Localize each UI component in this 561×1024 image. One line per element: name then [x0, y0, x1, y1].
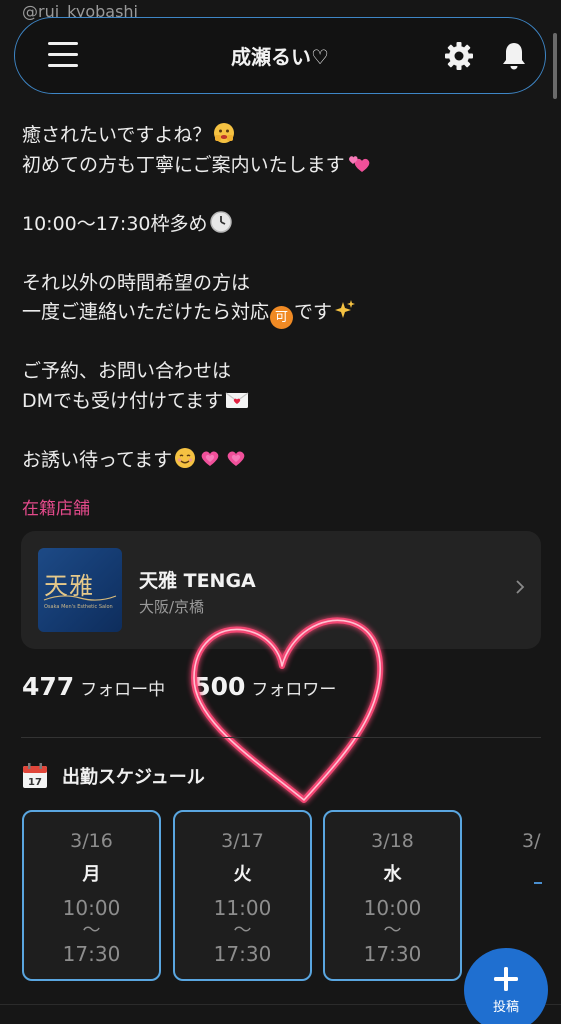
shop-logo: 天雅 Osaka Men's Esthetic Salon: [38, 548, 122, 632]
following-count: 477: [22, 672, 75, 701]
day-start-time: 11:00: [213, 896, 272, 920]
bio-line: それ以外の時間希望の方は: [22, 271, 251, 294]
day-end-time: 17:30: [363, 942, 422, 966]
gear-icon[interactable]: [443, 40, 475, 72]
schedule-day-card[interactable]: 3/16 月 10:00 〜 17:30: [22, 810, 161, 981]
post-button[interactable]: 投稿: [464, 948, 548, 1024]
plus-icon: [494, 967, 518, 991]
day-date: 3/: [522, 830, 541, 852]
smiling-face-icon: [175, 447, 196, 468]
day-date: 3/16: [70, 830, 113, 852]
bio-line: お誘い待ってます: [22, 448, 173, 471]
schedule-header: 17 出勤スケジュール: [22, 763, 205, 789]
day-dash: [534, 882, 542, 884]
bell-icon[interactable]: [498, 40, 530, 72]
day-start-time: 10:00: [62, 896, 121, 920]
menu-icon[interactable]: [48, 42, 78, 68]
schedule-day-card[interactable]: 3/17 火 11:00 〜 17:30: [173, 810, 312, 981]
shop-section-label: 在籍店舗: [22, 499, 90, 519]
chevron-right-icon: [516, 580, 525, 594]
day-separator: 〜: [383, 920, 402, 941]
bio-line: 初めての方も丁寧にご案内いたします: [22, 153, 345, 176]
calendar-icon: 17: [23, 763, 47, 788]
day-date: 3/17: [221, 830, 264, 852]
love-letter-icon: [225, 392, 249, 408]
schedule-title: 出勤スケジュール: [62, 767, 205, 788]
ok-badge-icon: 可: [270, 306, 294, 329]
face-emoji-icon: [214, 123, 235, 143]
logo-swoosh: [43, 595, 117, 601]
day-weekday: 水: [383, 864, 402, 885]
scrollbar[interactable]: [553, 33, 557, 99]
divider: [21, 737, 541, 738]
svg-text:17: 17: [28, 777, 42, 788]
day-end-time: 17:30: [62, 942, 121, 966]
day-end-time: 17:30: [213, 942, 272, 966]
growing-heart-icon: [227, 451, 245, 466]
following-stat[interactable]: 477 フォロー中: [22, 672, 165, 701]
bio-line: ご予約、お問い合わせは: [22, 360, 232, 382]
profile-name: 成瀬るい♡: [231, 45, 329, 69]
shop-name: 天雅 TENGA: [139, 570, 256, 592]
bio-line: 10:00〜17:30枠多め: [22, 212, 208, 235]
day-weekday: 火: [233, 864, 252, 885]
heart-drawing: [191, 617, 384, 803]
sparkles-icon: [335, 300, 356, 318]
day-weekday: 月: [82, 864, 101, 885]
post-button-label: 投稿: [492, 1000, 519, 1015]
schedule-day-card[interactable]: 3/18 水 10:00 〜 17:30: [323, 810, 462, 981]
clock-icon: [209, 210, 232, 233]
bio-line: 癒されたいですよね？: [22, 124, 212, 146]
shop-logo-subtext: Osaka Men's Esthetic Salon: [44, 604, 113, 610]
bio-line: です: [294, 301, 333, 323]
day-start-time: 10:00: [363, 896, 422, 920]
day-separator: 〜: [233, 920, 252, 941]
top-bar: 成瀬るい♡: [14, 17, 546, 94]
bio-line: DMでも受け付けてます: [22, 389, 224, 412]
following-label: フォロー中: [80, 680, 166, 700]
profile-bio: 癒されたいですよね？ 初めての方も丁寧にご案内いたします 10:00〜17:30…: [22, 121, 522, 475]
two-hearts-icon: [348, 155, 369, 172]
growing-heart-icon: [201, 451, 219, 466]
bio-line: 一度ご連絡いただけたら対応: [22, 301, 270, 323]
day-date: 3/18: [371, 830, 414, 852]
day-separator: 〜: [82, 920, 101, 941]
